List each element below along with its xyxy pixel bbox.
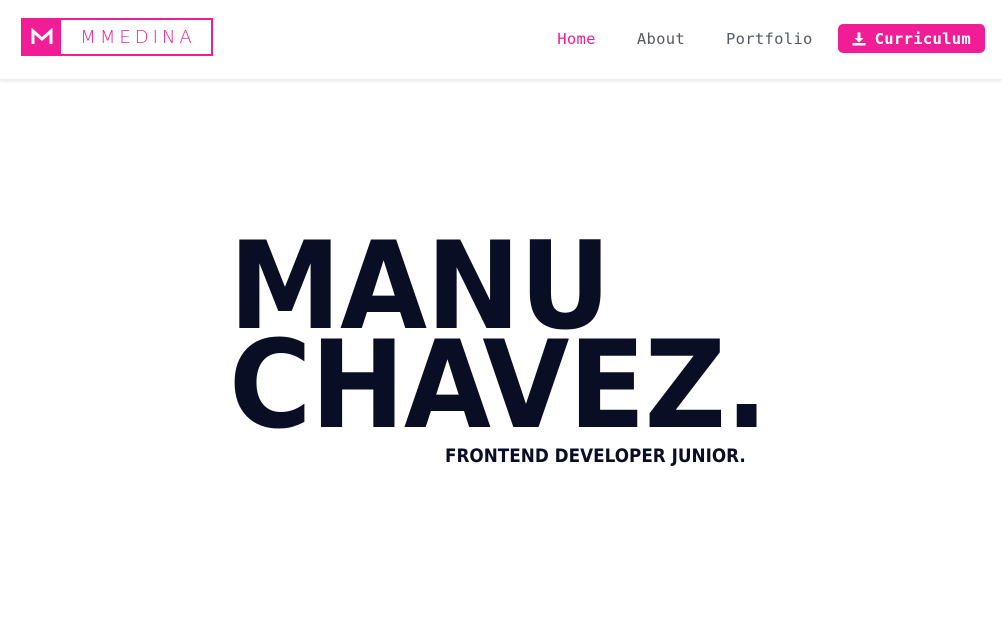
nav-link-about[interactable]: About xyxy=(637,30,685,48)
m-monogram-icon xyxy=(23,20,61,54)
download-icon xyxy=(852,32,866,46)
hero-subtitle: FRONTEND DEVELOPER JUNIOR. xyxy=(445,445,746,467)
logo-link[interactable]: MMEDINA xyxy=(21,18,213,56)
nav-link-portfolio[interactable]: Portfolio xyxy=(726,30,813,48)
download-curriculum-button[interactable]: Curriculum xyxy=(837,24,985,53)
logo-wordmark: MMEDINA xyxy=(80,26,196,48)
hero-name: MANU CHAVEZ. xyxy=(229,226,808,456)
navbar: MMEDINA Home About Portfolio Curriculum xyxy=(0,0,1002,80)
nav-links: Home About Portfolio Curriculum xyxy=(516,24,985,53)
download-curriculum-label: Curriculum xyxy=(874,29,971,48)
nav-link-home[interactable]: Home xyxy=(557,30,596,48)
hero-last-name: CHAVEZ. xyxy=(229,315,768,456)
